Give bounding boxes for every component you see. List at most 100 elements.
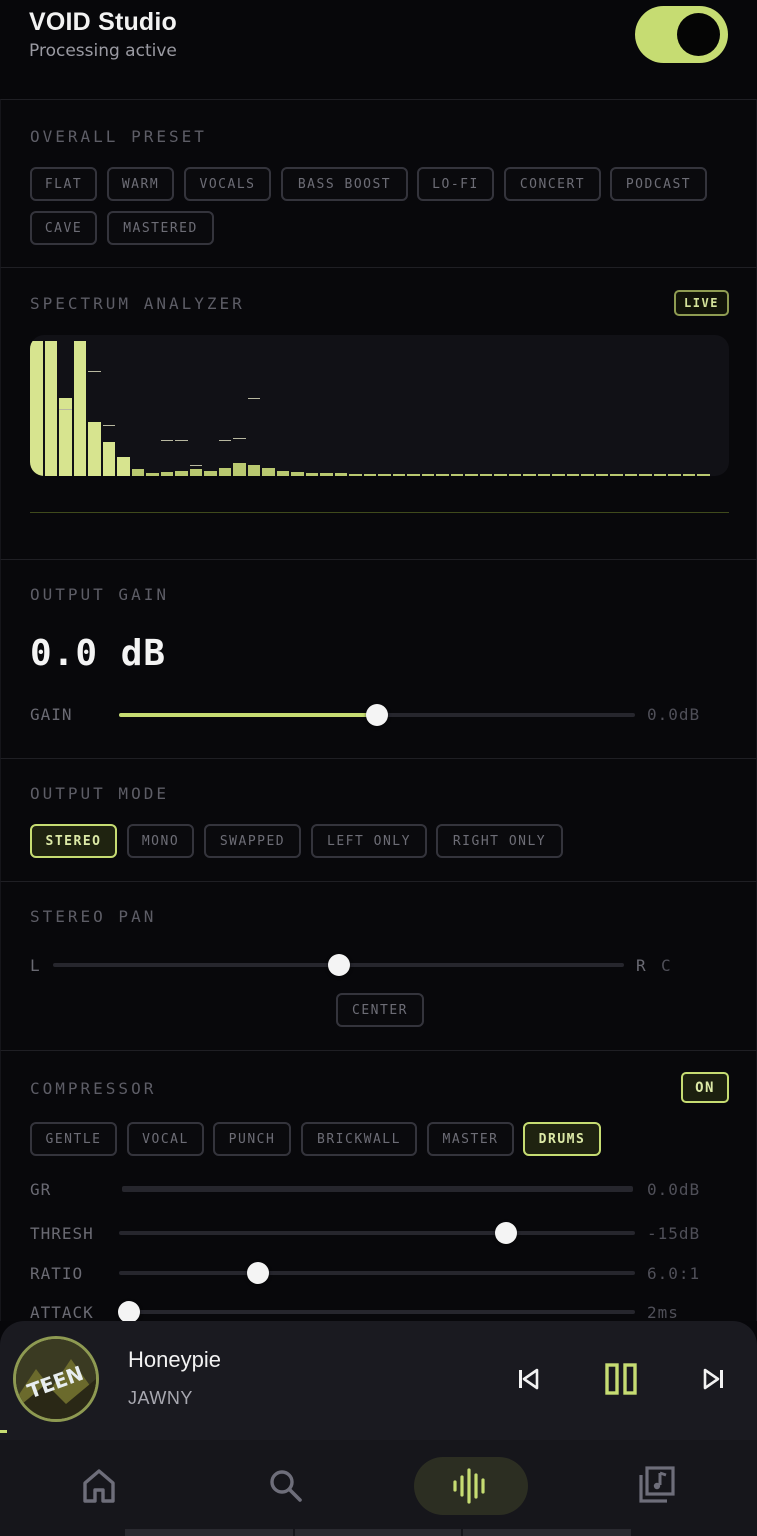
mode-left-only[interactable]: LEFT ONLY xyxy=(311,824,427,858)
comp-preset-gentle[interactable]: GENTLE xyxy=(30,1122,117,1156)
comp-preset-punch[interactable]: PUNCH xyxy=(213,1122,291,1156)
spectrum-bar xyxy=(102,442,115,476)
comp-preset-brickwall[interactable]: BRICKWALL xyxy=(301,1122,417,1156)
gain-label: GAIN xyxy=(30,705,73,724)
toggle-knob xyxy=(677,13,720,56)
gain-slider-fill xyxy=(119,713,377,717)
preset-mastered[interactable]: MASTERED xyxy=(107,211,214,245)
output-mode-section: OUTPUT MODE STEREO MONO SWAPPED LEFT ONL… xyxy=(0,758,757,881)
gr-value: 0.0dB xyxy=(647,1180,701,1199)
spectrum-peak-marker xyxy=(160,439,173,441)
preset-cave[interactable]: CAVE xyxy=(30,211,97,245)
thresh-value: -15dB xyxy=(647,1224,701,1243)
spectrum-bar xyxy=(682,474,695,476)
center-button[interactable]: CENTER xyxy=(336,993,424,1027)
nav-indicator xyxy=(125,1529,293,1536)
spectrum-bar xyxy=(494,474,507,476)
spectrum-bar xyxy=(291,471,304,476)
section-title: SPECTRUM ANALYZER xyxy=(30,294,245,313)
spectrum-peak-marker xyxy=(233,438,246,440)
preset-podcast[interactable]: PODCAST xyxy=(610,167,707,201)
spectrum-bar xyxy=(44,341,57,476)
spectrum-bar xyxy=(581,474,594,476)
song-artist[interactable]: JAWNY xyxy=(128,1388,193,1409)
spectrum-bar xyxy=(697,474,710,476)
section-title: STEREO PAN xyxy=(30,907,157,926)
pan-slider-thumb[interactable] xyxy=(327,954,350,976)
attack-slider[interactable] xyxy=(118,1301,635,1323)
spectrum-bar xyxy=(131,469,144,476)
ratio-value: 6.0:1 xyxy=(647,1264,701,1283)
playback-progress[interactable] xyxy=(0,1430,7,1433)
pause-icon[interactable] xyxy=(605,1363,637,1399)
home-icon[interactable] xyxy=(82,1468,116,1508)
spectrum-peak-marker xyxy=(247,397,260,399)
preset-concert[interactable]: CONCERT xyxy=(504,167,601,201)
preset-lo-fi[interactable]: LO-FI xyxy=(417,167,494,201)
attack-value: 2ms xyxy=(647,1303,679,1322)
compressor-toggle[interactable]: ON xyxy=(681,1072,729,1103)
song-title[interactable]: Honeypie xyxy=(128,1347,221,1373)
comp-preset-drums[interactable]: DRUMS xyxy=(523,1122,601,1156)
preset-vocals[interactable]: VOCALS xyxy=(184,167,271,201)
comp-preset-master[interactable]: MASTER xyxy=(427,1122,514,1156)
ratio-slider-thumb[interactable] xyxy=(247,1262,270,1284)
pan-slider[interactable] xyxy=(53,954,624,976)
pan-section: STEREO PAN L R C CENTER xyxy=(0,881,757,1050)
spectrum-bar xyxy=(639,474,652,476)
now-playing-bar[interactable]: TEEN Honeypie JAWNY xyxy=(0,1321,757,1440)
thresh-slider-thumb[interactable] xyxy=(495,1222,517,1244)
spectrum-bar xyxy=(349,474,362,476)
mode-swapped[interactable]: SWAPPED xyxy=(204,824,301,858)
spectrum-bar xyxy=(189,469,202,476)
comp-preset-vocal[interactable]: VOCAL xyxy=(127,1122,204,1156)
spectrum-bar xyxy=(508,474,521,476)
spectrum-bar xyxy=(363,474,376,476)
spectrum-bar xyxy=(247,465,260,476)
spectrum-bar xyxy=(88,422,101,476)
spectrum-peak-marker xyxy=(59,408,72,410)
section-title: OUTPUT GAIN xyxy=(30,585,169,604)
spectrum-bar xyxy=(392,474,405,476)
spectrum-bar xyxy=(334,473,347,476)
gain-section: OUTPUT GAIN 0.0 dB GAIN 0.0dB xyxy=(0,559,757,758)
library-icon[interactable] xyxy=(638,1466,676,1508)
album-art[interactable]: TEEN xyxy=(13,1336,99,1422)
section-title: OUTPUT MODE xyxy=(30,784,169,803)
equalizer-icon[interactable] xyxy=(452,1468,490,1508)
spectrum-bar xyxy=(450,474,463,476)
gain-value: 0.0dB xyxy=(647,705,701,724)
gain-reduction-meter xyxy=(122,1186,633,1192)
spectrum-bar xyxy=(218,467,231,476)
spectrum-peak-marker xyxy=(88,370,101,372)
search-icon[interactable] xyxy=(268,1468,304,1508)
spectrum-bar xyxy=(233,462,246,476)
spectrum-bar xyxy=(320,473,333,476)
spectrum-bar xyxy=(436,474,449,476)
attack-slider-thumb[interactable] xyxy=(118,1301,141,1323)
gain-slider[interactable] xyxy=(119,704,635,726)
mode-stereo[interactable]: STEREO xyxy=(30,824,117,858)
mode-mono[interactable]: MONO xyxy=(127,824,194,858)
master-toggle[interactable] xyxy=(635,6,728,63)
preset-warm[interactable]: WARM xyxy=(107,167,174,201)
thresh-slider[interactable] xyxy=(119,1222,635,1244)
ratio-label: RATIO xyxy=(30,1264,84,1283)
gain-slider-thumb[interactable] xyxy=(366,704,388,726)
previous-icon[interactable] xyxy=(516,1367,540,1395)
preset-bass-boost[interactable]: BASS BOOST xyxy=(281,167,408,201)
spectrum-bar xyxy=(73,341,86,476)
next-icon[interactable] xyxy=(702,1367,726,1395)
ratio-slider[interactable] xyxy=(119,1262,635,1284)
spectrum-bar xyxy=(566,474,579,476)
nav-equalizer-pill[interactable] xyxy=(414,1457,528,1515)
spectrum-bar xyxy=(30,341,43,476)
app-title: VOID Studio xyxy=(29,8,178,36)
preset-flat[interactable]: FLAT xyxy=(30,167,97,201)
mode-right-only[interactable]: RIGHT ONLY xyxy=(436,824,563,858)
gain-value-display: 0.0 dB xyxy=(30,633,167,674)
thresh-label: THRESH xyxy=(30,1224,94,1243)
spectrum-bar xyxy=(653,474,666,476)
compressor-section: COMPRESSOR ON GENTLE VOCAL PUNCH BRICKWA… xyxy=(0,1050,757,1323)
spectrum-bar xyxy=(537,474,550,476)
